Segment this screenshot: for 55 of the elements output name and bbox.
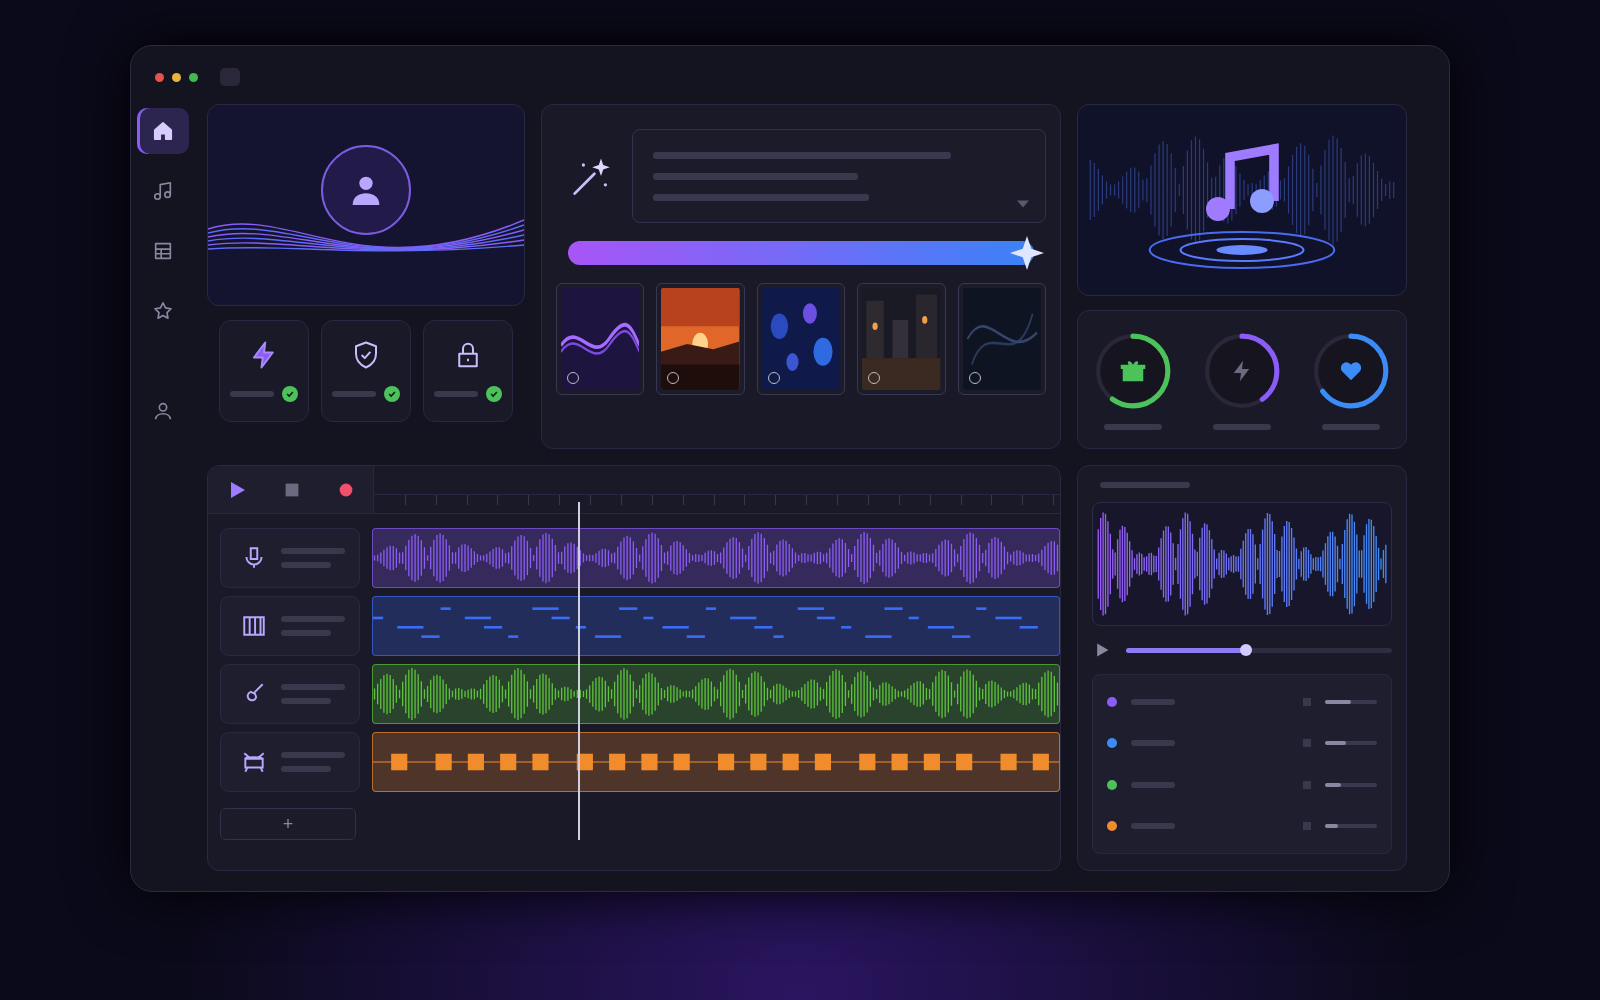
skeleton-line bbox=[281, 766, 331, 772]
skeleton-line bbox=[230, 391, 274, 397]
track-clip[interactable] bbox=[372, 596, 1060, 656]
level-meter bbox=[1325, 782, 1377, 787]
track-header[interactable] bbox=[220, 596, 360, 656]
level-meter bbox=[1325, 741, 1377, 746]
skeleton-line bbox=[281, 684, 345, 690]
window-control[interactable] bbox=[189, 72, 198, 82]
caret-icon[interactable] bbox=[1017, 200, 1029, 208]
skeleton-line bbox=[1131, 823, 1175, 830]
skeleton-line bbox=[434, 391, 478, 397]
play-icon bbox=[1094, 642, 1110, 658]
window-control[interactable] bbox=[155, 72, 164, 82]
skeleton-line bbox=[1131, 781, 1175, 788]
level-meter bbox=[1325, 824, 1377, 829]
track-header[interactable] bbox=[220, 528, 360, 588]
level-meter bbox=[1325, 699, 1377, 704]
feature-tile[interactable] bbox=[423, 320, 513, 422]
skeleton-line bbox=[1131, 740, 1175, 747]
skeleton-line bbox=[1213, 423, 1271, 430]
skeleton-line bbox=[281, 698, 331, 704]
piano-icon bbox=[241, 613, 267, 639]
mute-toggle[interactable] bbox=[1303, 697, 1311, 706]
mute-toggle[interactable] bbox=[1303, 739, 1311, 748]
skeleton-line bbox=[1131, 698, 1175, 705]
skeleton-line bbox=[332, 391, 376, 397]
stop-icon bbox=[284, 481, 301, 498]
record-icon bbox=[338, 481, 355, 498]
sidebar-item[interactable] bbox=[137, 108, 189, 154]
star-icon bbox=[152, 300, 174, 322]
skeleton-line bbox=[281, 548, 345, 554]
feature-tile[interactable] bbox=[219, 320, 309, 422]
seek-slider[interactable] bbox=[1126, 647, 1392, 653]
prompt-field[interactable] bbox=[632, 129, 1046, 223]
music-icon bbox=[152, 180, 174, 202]
skeleton-line bbox=[281, 752, 345, 758]
track-header[interactable] bbox=[220, 732, 360, 792]
track-clip[interactable] bbox=[372, 732, 1060, 792]
home-icon bbox=[152, 120, 174, 142]
skeleton-line bbox=[281, 616, 345, 622]
skeleton-line bbox=[1103, 423, 1162, 430]
mute-toggle[interactable] bbox=[1303, 822, 1311, 831]
skeleton-line bbox=[1322, 423, 1381, 430]
sparkle-icon bbox=[1010, 236, 1044, 270]
user-icon bbox=[152, 400, 174, 422]
window-control[interactable] bbox=[172, 72, 181, 82]
skeleton-line bbox=[281, 630, 331, 636]
feature-tile[interactable] bbox=[321, 320, 411, 422]
slider-handle[interactable] bbox=[1239, 643, 1252, 656]
playhead[interactable] bbox=[578, 502, 581, 840]
mute-toggle[interactable] bbox=[1303, 780, 1311, 789]
skeleton-line bbox=[281, 562, 331, 568]
add-track-button[interactable]: + bbox=[220, 808, 356, 840]
grid-icon bbox=[152, 240, 174, 262]
track-header[interactable] bbox=[220, 664, 360, 724]
